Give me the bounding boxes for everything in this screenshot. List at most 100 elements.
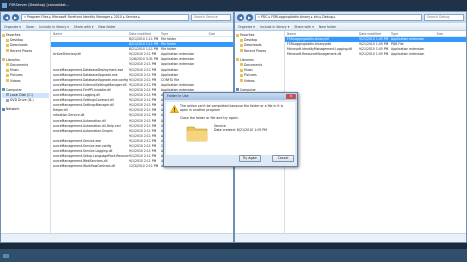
command-include-in-library[interactable]: Include in library ▾ [260,25,289,29]
nav-item-label: Videos [244,78,255,83]
dialog-title: Folder In Use [167,94,189,98]
window-title: FSRServer (Desktop) [consolidat... [9,3,70,7]
file-name: ourceManagement.WorkflowContract.dll [53,164,116,169]
drive-icon [6,98,9,102]
left-address-bar: ◀ ▶ « Program Files ▸ Microsoft Forefron… [1,12,233,23]
folder-icon [240,38,243,42]
nav-item-label: Recent Places [244,48,267,53]
command-share-with[interactable]: Share with ▾ [294,25,314,29]
folder-in-use-dialog: Folder In Use ✕ The action can't be comp… [163,92,298,167]
nav-item-label: Local Disk (C:) [10,92,33,97]
folder-icon [240,43,243,47]
nav-item-label: Music [244,68,254,73]
folder-icon [240,68,243,72]
left-navigation-pane: Favorites Desktop Downloads Recent Places Li… [1,31,51,233]
warning-icon [170,105,179,113]
left-search-input[interactable]: Search Service [191,14,231,21]
network-icon [2,107,5,111]
nav-item-label: Favorites [6,33,21,37]
command-share-with[interactable]: Share with ▾ [74,25,94,29]
computer-icon [236,88,239,92]
command-new-folder[interactable]: New folder [98,25,115,29]
nav-item-label: Documents [10,62,29,67]
nav-item-label: Pictures [10,73,23,78]
command-new-folder[interactable]: New folder [319,25,336,29]
nav-item-label: Network [6,107,20,112]
file-type: Application extension [391,52,425,57]
file-row[interactable]: Microsoft.ResourceManagement.dll 9/21/201… [285,52,466,57]
nav-item-label: Downloads [244,43,262,48]
right-search-input[interactable]: Search Debug [424,14,464,21]
nav-item-label: Pictures [244,73,257,78]
folder-icon [6,79,9,82]
cancel-button[interactable]: Cancel [272,155,294,162]
left-address-field[interactable]: « Program Files ▸ Microsoft Forefront Id… [21,14,189,21]
folder-icon [240,63,243,67]
folder-icon [236,58,239,62]
back-icon[interactable]: ◀ [3,14,10,21]
forward-icon[interactable]: ▶ [246,14,253,21]
file-date: 9/21/2010 1:05 PM [359,52,389,57]
nav-item-label: Videos [10,78,21,83]
star-icon [2,33,5,37]
star-icon [236,33,239,37]
column-header-type[interactable]: Type [161,31,197,36]
close-icon[interactable]: ✕ [286,94,296,99]
nav-item-label: Documents [244,62,263,67]
nav-item-label: Desktop [244,38,258,43]
folder-icon [2,58,5,62]
nav-item-label: Music [10,68,20,73]
folder-icon [6,63,9,67]
file-name: Microsoft.ResourceManagement.dll [287,52,342,57]
folder-icon [240,49,243,53]
taskbar [0,243,467,258]
back-icon[interactable]: ◀ [237,14,244,21]
folder-icon [6,49,9,53]
column-header-date-modified[interactable]: Date modified [129,31,161,36]
dialog-instruction: Close the folder or file and try again. [180,116,239,120]
nav-item-label: Computer [6,87,22,92]
left-command-bar: Organize ▾ Open Include in library ▾ Share … [1,23,233,31]
folder-icon [6,68,9,72]
right-status-bar [235,233,466,242]
column-header-name[interactable]: Name [51,31,129,36]
right-address-field[interactable]: « PDC ▸ FSRLoggingAddIn.binary ▸ bin ▸ D… [255,14,422,21]
folder-icon [240,73,243,77]
column-header-name[interactable]: Name [285,31,359,36]
command-organize[interactable]: Organize ▾ [238,25,255,29]
dialog-body: The action can't be completed because th… [166,102,295,155]
nav-item-label: Libraries [240,57,254,62]
folder-icon [6,43,9,47]
try-again-button[interactable]: Try Again [239,155,261,162]
nav-item-label: Downloads [10,43,28,48]
nav-item-label: Favorites [240,33,255,37]
forward-icon[interactable]: ▶ [12,14,19,21]
folder-icon [6,38,9,42]
remote-desktop-icon [2,2,7,8]
column-header-type[interactable]: Type [391,31,425,36]
start-icon[interactable] [3,254,9,258]
file-date: 12/3/2010 2:11 PM [129,164,159,169]
dialog-title-bar: Folder In Use ✕ [164,93,297,100]
folder-icon [186,126,208,142]
dialog-item-date: Date created: 8/21/2010 1:05 PM [214,128,268,133]
nav-item-label: Recent Places [10,48,33,53]
column-header-size[interactable]: Size [425,31,445,36]
left-status-bar [1,233,233,242]
remote-session-titlebar: FSRServer (Desktop) [consolidat... [0,0,467,11]
column-header-date-modified[interactable]: Date modified [359,31,391,36]
nav-item-label: Libraries [6,57,20,62]
right-address-bar: ◀ ▶ « PDC ▸ FSRLoggingAddIn.binary ▸ bin… [235,12,466,23]
nav-item-network[interactable]: Network [2,107,49,112]
command-organize[interactable]: Organize ▾ [4,25,21,29]
folder-icon [6,73,9,77]
nav-item-label: DVD Drive (D:) [10,98,34,103]
file-size [425,52,445,57]
nav-item-label: Desktop [10,38,24,43]
right-command-bar: Organize ▾ Include in library ▾ Share with… [235,23,466,31]
column-header-size[interactable]: Size [197,31,217,36]
drive-icon [6,93,9,97]
command-include-in-library[interactable]: Include in library ▾ [39,25,68,29]
command-open[interactable]: Open [26,25,35,29]
dialog-message: The action can't be completed because th… [180,104,284,113]
